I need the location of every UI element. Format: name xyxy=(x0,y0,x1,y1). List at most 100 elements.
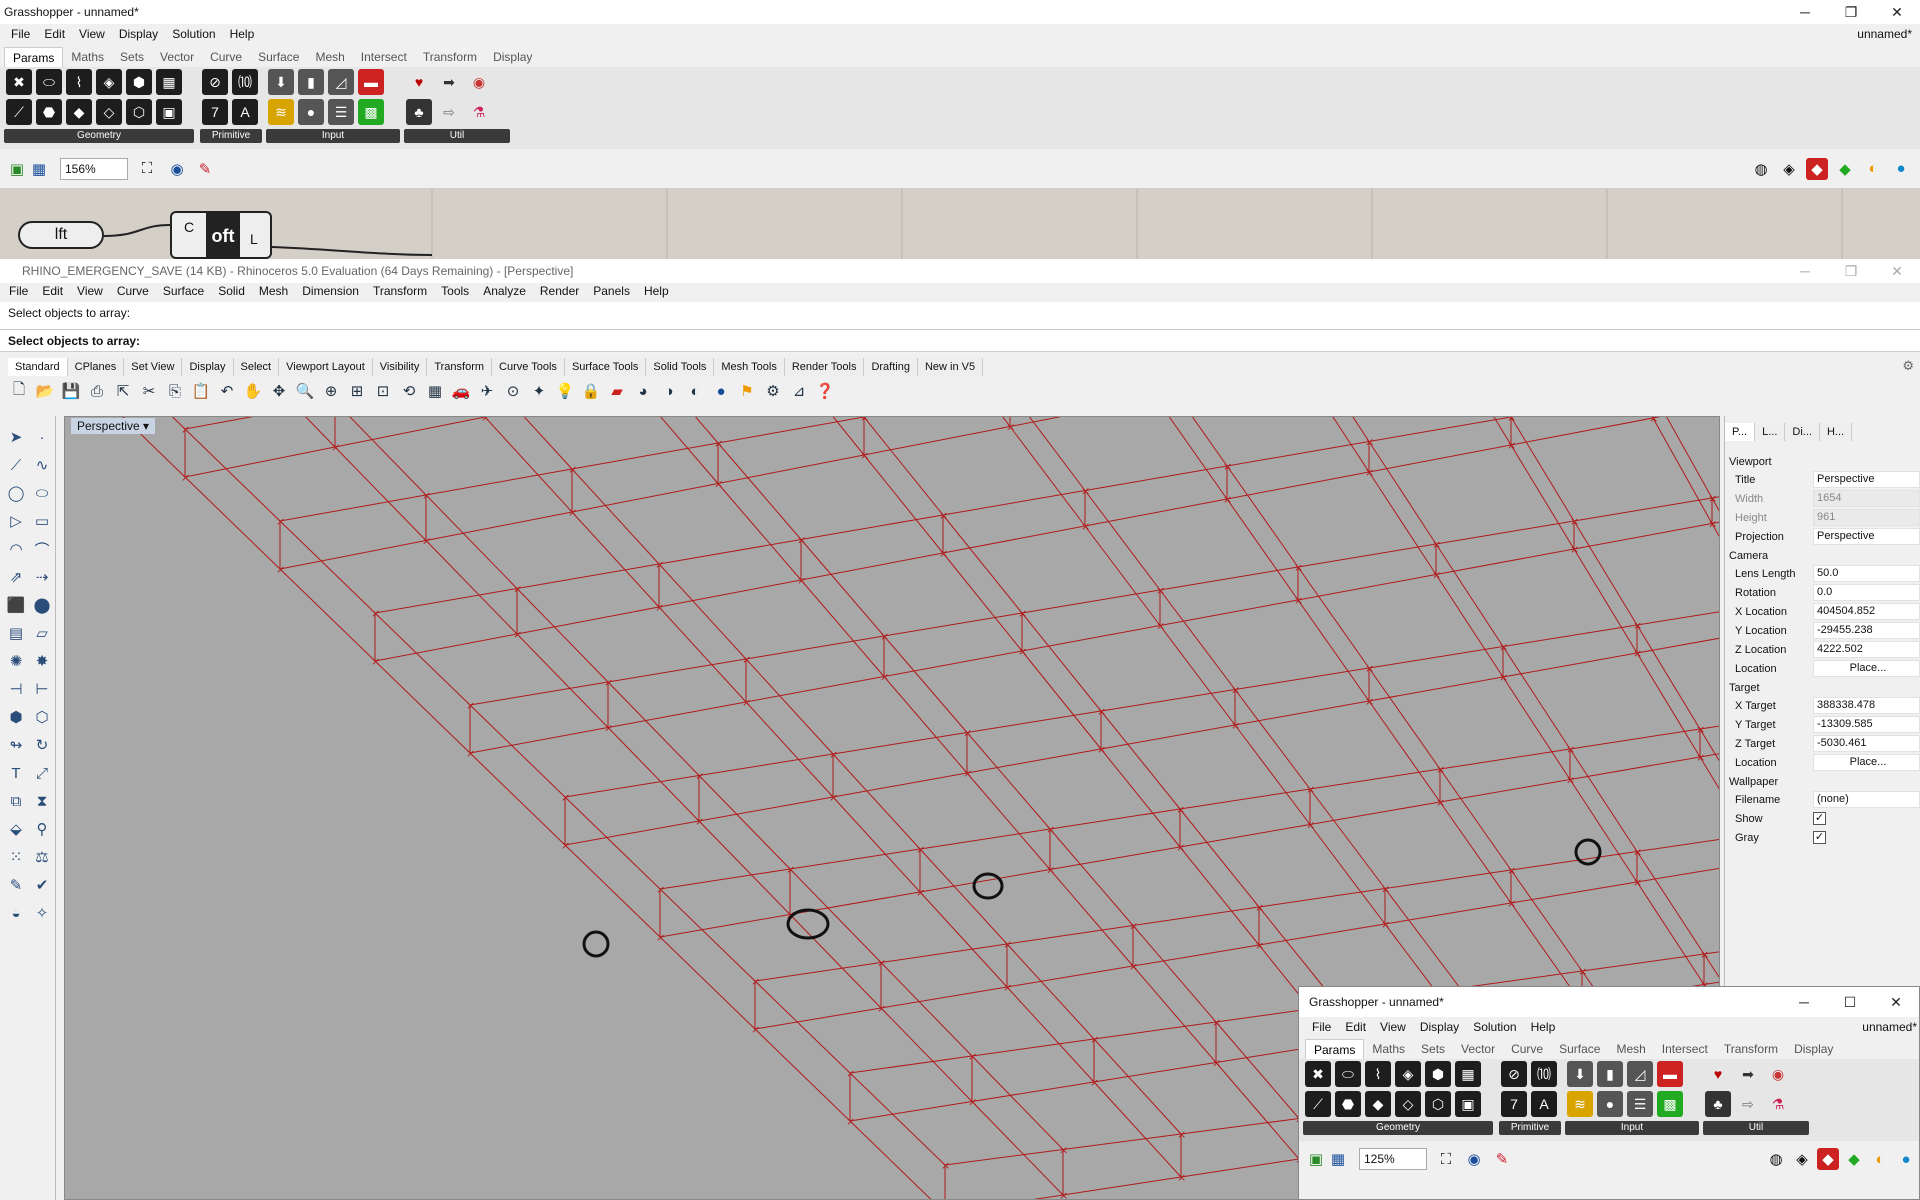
b-preview-wire-icon[interactable]: ◍ xyxy=(1765,1148,1787,1170)
move-icon[interactable]: ✥ xyxy=(268,380,290,402)
line-param-icon[interactable]: ⟋ xyxy=(6,99,32,125)
gradient-icon[interactable]: ▬ xyxy=(358,69,384,95)
gh-bottom-tab-mesh[interactable]: Mesh xyxy=(1608,1039,1653,1059)
tab-mesh[interactable]: Mesh xyxy=(307,47,352,67)
surface-param-icon[interactable]: ◈ xyxy=(96,69,122,95)
move-tool-icon[interactable]: ↬ xyxy=(4,732,28,758)
rhino-menu-render[interactable]: Render xyxy=(533,281,586,301)
arrow-outline-icon[interactable]: ⇨ xyxy=(436,99,462,125)
number-icon[interactable]: 7 xyxy=(202,99,228,125)
trim-icon[interactable]: ⊢ xyxy=(30,676,54,702)
dimension-tool-icon[interactable]: ⤢ xyxy=(30,760,54,786)
galapagos-icon[interactable]: ◉ xyxy=(466,69,492,95)
loft-component[interactable]: C oft L xyxy=(170,211,272,259)
gh-bottom-menu-edit[interactable]: Edit xyxy=(1338,1017,1373,1037)
tab-transform[interactable]: Transform xyxy=(415,47,485,67)
x-location-field[interactable]: 404504.852 xyxy=(1813,603,1920,620)
extrude-icon[interactable]: ▤ xyxy=(4,620,28,646)
viewport-title[interactable]: Perspective ▾ xyxy=(71,418,156,434)
toolbar-tab-visibility[interactable]: Visibility xyxy=(372,358,428,376)
selection-highlight[interactable] xyxy=(1574,838,1602,866)
gh-menu-edit[interactable]: Edit xyxy=(37,24,72,44)
rhino-close-icon[interactable]: ✕ xyxy=(1874,259,1920,283)
toolbar-tab-mesh-tools[interactable]: Mesh Tools xyxy=(714,358,785,376)
list-icon[interactable]: ☰ xyxy=(328,99,354,125)
toolbar-tab-standard[interactable]: Standard xyxy=(8,358,68,376)
panel-tab-properties[interactable]: P... xyxy=(1725,423,1756,441)
zoom-selected-icon[interactable]: ⊡ xyxy=(372,380,394,402)
fillet-curve-icon[interactable]: ⌒ xyxy=(30,536,54,562)
split-icon[interactable]: ⊣ xyxy=(4,676,28,702)
offset-icon[interactable]: ⇢ xyxy=(30,564,54,590)
rhino-menu-edit[interactable]: Edit xyxy=(35,281,70,301)
panel-tab-display[interactable]: Di... xyxy=(1785,423,1820,441)
b-circle-icon[interactable]: ⬭ xyxy=(1335,1061,1361,1087)
b-button-icon[interactable]: ● xyxy=(1597,1091,1623,1117)
b-line-icon[interactable]: ⟋ xyxy=(1305,1091,1331,1117)
cplane-icon[interactable]: ⊙ xyxy=(502,380,524,402)
b-brep-icon[interactable]: ⬢ xyxy=(1425,1061,1451,1087)
gh-menu-help[interactable]: Help xyxy=(223,24,262,44)
selection-highlight[interactable] xyxy=(786,908,830,940)
b-vector-icon[interactable]: ◇ xyxy=(1395,1091,1421,1117)
b-box-icon[interactable]: ⬡ xyxy=(1425,1091,1451,1117)
light-icon[interactable]: 💡 xyxy=(554,380,576,402)
gh-bottom-tab-surface[interactable]: Surface xyxy=(1551,1039,1608,1059)
command-prompt[interactable]: Select objects to array: xyxy=(0,330,1920,352)
b-boolean-icon[interactable]: ⊘ xyxy=(1501,1061,1527,1087)
box-icon[interactable]: ⬛ xyxy=(4,592,28,618)
gh-bottom-tab-maths[interactable]: Maths xyxy=(1364,1039,1413,1059)
gh-bottom-tab-params[interactable]: Params xyxy=(1305,1038,1365,1060)
save-icon[interactable]: ▦ xyxy=(28,158,50,180)
surface-tool-icon[interactable]: ▱ xyxy=(30,620,54,646)
point-snap-icon[interactable]: ✦ xyxy=(528,380,550,402)
lft-node[interactable]: lft xyxy=(18,221,104,249)
b-matrix-icon[interactable]: ▩ xyxy=(1657,1091,1683,1117)
lens-field[interactable]: 50.0 xyxy=(1813,565,1920,582)
gh-bottom-tab-curve[interactable]: Curve xyxy=(1503,1039,1551,1059)
boolean-icon[interactable]: ⊘ xyxy=(202,69,228,95)
b-field-icon[interactable]: ▣ xyxy=(1455,1091,1481,1117)
sphere-tool-icon[interactable]: ⬤ xyxy=(30,592,54,618)
rhino-menu-analyze[interactable]: Analyze xyxy=(476,281,533,301)
tab-sets[interactable]: Sets xyxy=(112,47,152,67)
arrow-right-icon[interactable]: ➡ xyxy=(436,69,462,95)
gh-menu-solution[interactable]: Solution xyxy=(165,24,222,44)
filename-field[interactable]: (none) xyxy=(1813,791,1920,808)
grid-icon[interactable]: ▦ xyxy=(424,380,446,402)
rotate-view-icon[interactable]: ⟲ xyxy=(398,380,420,402)
flask-icon[interactable]: ⚗ xyxy=(466,99,492,125)
gh-menu-display[interactable]: Display xyxy=(112,24,165,44)
box-param-icon[interactable]: ⬡ xyxy=(126,99,152,125)
b-galapagos-icon[interactable]: ◉ xyxy=(1765,1061,1791,1087)
panel-tab-layers[interactable]: L... xyxy=(1755,423,1786,441)
cube-icon[interactable]: ⬙ xyxy=(4,816,28,842)
gh-bottom-menu-file[interactable]: File xyxy=(1305,1017,1338,1037)
preview-wire-icon[interactable]: ◍ xyxy=(1750,158,1772,180)
undo-icon[interactable]: ↶ xyxy=(216,380,238,402)
gh-bottom-menu-view[interactable]: View xyxy=(1373,1017,1413,1037)
sketch-pen-icon[interactable]: ✎ xyxy=(194,158,216,180)
render-preview-icon[interactable]: ◐ xyxy=(684,380,706,402)
b-material-icon[interactable]: ◐ xyxy=(1869,1148,1891,1170)
vector-param-icon[interactable]: ◇ xyxy=(96,99,122,125)
x-target-field[interactable]: 388338.478 xyxy=(1813,697,1920,714)
curve-param-icon[interactable]: ⌇ xyxy=(66,69,92,95)
check-icon[interactable]: ✔ xyxy=(30,872,54,898)
save-file-icon[interactable]: 💾 xyxy=(60,380,82,402)
b-zoom-extents-icon[interactable]: ⛶ xyxy=(1435,1148,1457,1170)
zoom-select[interactable]: 156% xyxy=(60,157,128,180)
b-arrow-right-icon[interactable]: ➡ xyxy=(1735,1061,1761,1087)
gray-checkbox[interactable]: ✓ xyxy=(1813,831,1826,844)
toolbar-tab-select[interactable]: Select xyxy=(233,358,280,376)
zoom-extents-icon[interactable]: ⛶ xyxy=(136,158,158,180)
b-text-icon[interactable]: A xyxy=(1531,1091,1557,1117)
mesh-tool-icon[interactable]: ✺ xyxy=(4,648,28,674)
rotation-field[interactable]: 0.0 xyxy=(1813,584,1920,601)
rhino-menu-help[interactable]: Help xyxy=(637,281,676,301)
b-cherry-icon[interactable]: ♥ xyxy=(1705,1061,1731,1087)
toggle-icon[interactable]: ▮ xyxy=(298,69,324,95)
toolbar-tab-drafting[interactable]: Drafting xyxy=(864,358,918,376)
tab-display[interactable]: Display xyxy=(485,47,540,67)
minimize-icon[interactable]: ─ xyxy=(1782,0,1828,24)
